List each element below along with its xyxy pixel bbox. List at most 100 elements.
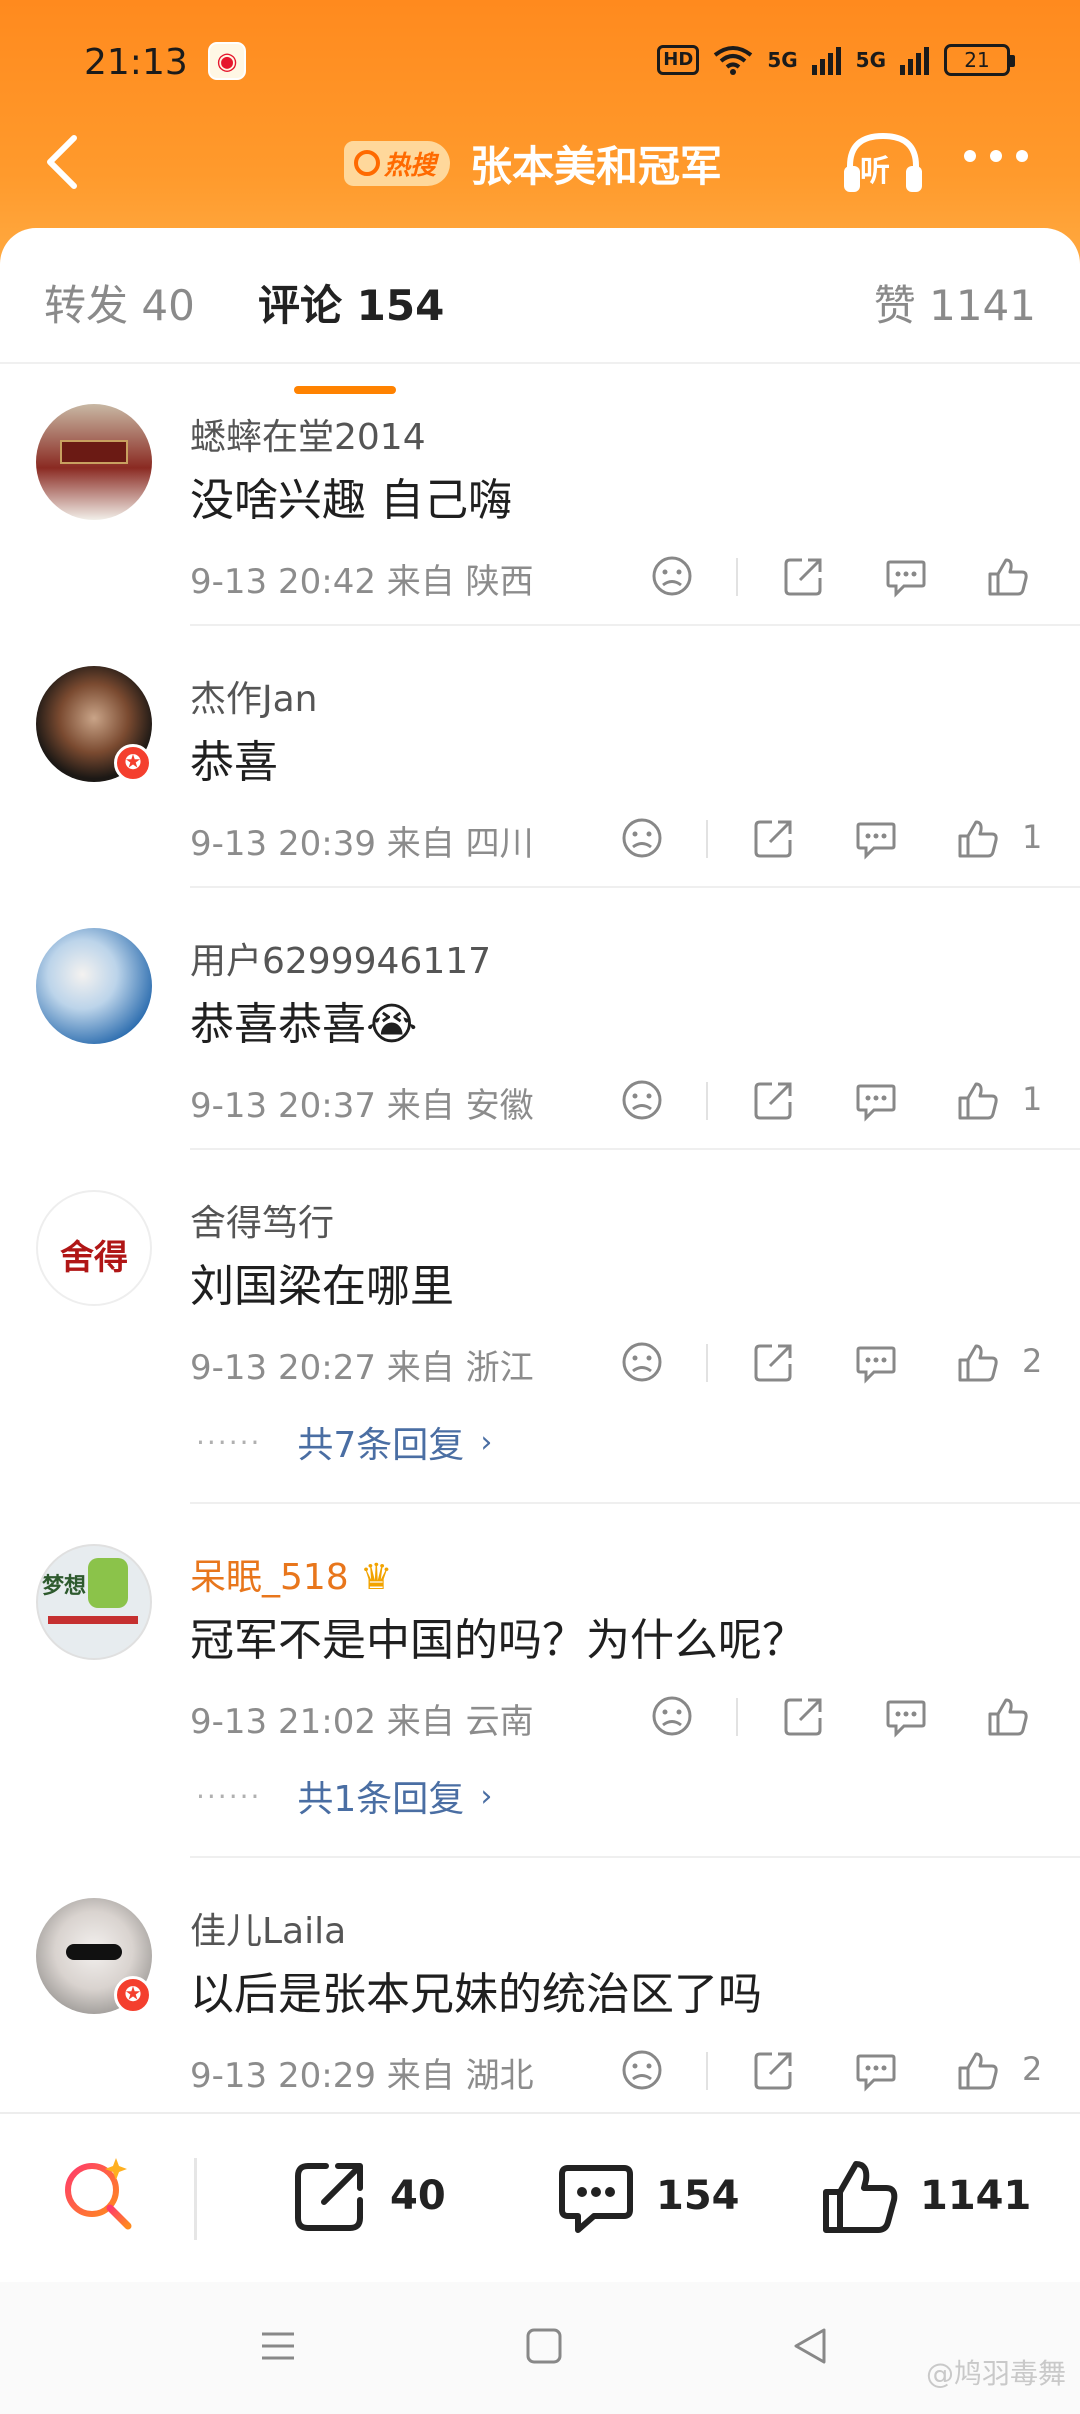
reply-bubble-icon[interactable] [854, 816, 898, 860]
comment-author[interactable]: 蟋蟀在堂2014 [190, 408, 426, 460]
listen-label: 听 [860, 154, 890, 189]
like-thumb-icon[interactable] [986, 554, 1030, 598]
reply-bubble-icon[interactable] [884, 554, 928, 598]
comment-text: 没啥兴趣 自己嗨 [190, 475, 512, 526]
home-square-icon[interactable] [524, 2326, 564, 2366]
hot-search-label: 热搜 [384, 150, 437, 181]
like-button[interactable]: 1141 [820, 2156, 1031, 2236]
repost-count: 40 [390, 2173, 446, 2219]
weibo-notification-icon: ◉ [208, 42, 246, 80]
ellipsis-dots: ······ [196, 1425, 262, 1459]
more-menu-icon[interactable] [964, 150, 1028, 162]
tab-repost[interactable]: 转发 40 [44, 272, 195, 333]
share-icon [295, 2163, 363, 2231]
comment-location: 来自 四川 [386, 824, 534, 864]
reply-bubble-icon[interactable] [854, 2048, 898, 2092]
like-count: 2 [1022, 2050, 1043, 2088]
comment-location: 来自 浙江 [386, 1348, 534, 1388]
avatar[interactable] [36, 928, 152, 1044]
view-replies-link[interactable]: ······ 共1条回复 › [196, 1770, 492, 1822]
comment-item: 梦想 呆眠_518 ♛ 冠军不是中国的吗？为什么呢？ 9-13 21:02 来自… [0, 1504, 1080, 1858]
share-icon[interactable] [782, 1694, 826, 1738]
reply-bubble-icon[interactable] [884, 1694, 928, 1738]
like-thumb-icon[interactable] [956, 2048, 1000, 2092]
dislike-face-icon[interactable] [650, 554, 694, 598]
like-thumb-icon[interactable] [986, 1694, 1030, 1738]
comment-location: 来自 陕西 [386, 562, 534, 602]
comment-meta: 9-13 20:39 来自 四川 [190, 816, 534, 865]
share-icon[interactable] [752, 816, 796, 860]
super-search-icon[interactable] [58, 2154, 138, 2234]
comment-location: 来自 云南 [386, 1702, 534, 1742]
comment-time: 9-13 20:37 [190, 1086, 376, 1126]
dislike-face-icon[interactable] [620, 1340, 664, 1384]
comment-item: ✪ 佳儿Laila 以后是张本兄妹的统治区了吗 9-13 20:29 来自 湖北… [0, 1858, 1080, 2120]
comment-button[interactable]: 154 [556, 2156, 740, 2236]
comment-author[interactable]: 呆眠_518 ♛ [190, 1548, 392, 1600]
comment-author[interactable]: 用户6299946117 [190, 932, 491, 984]
comment-location: 来自 安徽 [386, 1086, 534, 1126]
dislike-face-icon[interactable] [650, 1694, 694, 1738]
like-count: 2 [1022, 1342, 1043, 1380]
action-divider [706, 2052, 708, 2090]
comment-meta: 9-13 20:42 来自 陕西 [190, 554, 534, 603]
tab-comment[interactable]: 评论 154 [258, 272, 444, 333]
signal-bars-icon-2 [900, 47, 929, 75]
chevron-right-icon: › [480, 1424, 493, 1460]
hot-search-badge[interactable]: 热搜 [344, 140, 451, 186]
comment-author[interactable]: 佳儿Laila [190, 1902, 346, 1954]
avatar-logo-text: 舍得 [60, 1238, 128, 1278]
like-thumb-icon[interactable] [956, 1340, 1000, 1384]
status-bar: 21:13 ◉ HD 5G 5G 21 [0, 40, 1080, 90]
back-arrow-icon[interactable] [40, 132, 84, 192]
share-icon[interactable] [782, 554, 826, 598]
comment-location: 来自 湖北 [386, 2056, 534, 2096]
back-triangle-icon[interactable] [790, 2326, 830, 2366]
menu-icon[interactable] [258, 2326, 298, 2366]
watermark: @鸠羽毒舞 [925, 2357, 1066, 2390]
comment-time: 9-13 20:29 [190, 2056, 376, 2096]
battery-icon: 21 [944, 44, 1015, 76]
comment-time: 9-13 21:02 [190, 1702, 376, 1742]
status-time: 21:13 [84, 42, 188, 83]
action-divider [706, 1344, 708, 1382]
comment-count: 154 [656, 2173, 740, 2219]
comment-item: ✪ 杰作Jan 恭喜 9-13 20:39 来自 四川 1 [0, 626, 1080, 888]
comment-time: 9-13 20:39 [190, 824, 376, 864]
share-icon[interactable] [752, 2048, 796, 2092]
comment-meta: 9-13 21:02 来自 云南 [190, 1694, 534, 1743]
avatar[interactable] [36, 404, 152, 520]
comment-author-name: 呆眠_518 [190, 1557, 349, 1598]
like-thumb-icon[interactable] [956, 1078, 1000, 1122]
comment-text: 以后是张本兄妹的统治区了吗 [190, 1969, 762, 2020]
reply-bubble-icon[interactable] [854, 1078, 898, 1122]
avatar[interactable]: 舍得 [36, 1190, 152, 1306]
verified-badge-icon: ✪ [114, 744, 152, 782]
comment-item: 用户6299946117 恭喜恭喜😭 9-13 20:37 来自 安徽 1 [0, 888, 1080, 1150]
signal-5g-label-1: 5G [767, 48, 798, 72]
share-icon[interactable] [752, 1340, 796, 1384]
comment-author[interactable]: 杰作Jan [190, 670, 318, 722]
bottom-action-bar: 40 154 1141 [0, 2112, 1080, 2282]
comment-bubble-icon [559, 2165, 633, 2233]
comment-time: 9-13 20:27 [190, 1348, 376, 1388]
dislike-face-icon[interactable] [620, 2048, 664, 2092]
comment-list: 蟋蟀在堂2014 没啥兴趣 自己嗨 9-13 20:42 来自 陕西 ✪ 杰作J… [0, 364, 1080, 2120]
repost-button[interactable]: 40 [290, 2156, 446, 2236]
like-thumb-icon[interactable] [956, 816, 1000, 860]
replies-count: 共7条回复 [297, 1425, 465, 1466]
tab-bar: 转发 40 评论 154 赞 1141 [0, 272, 1080, 394]
dislike-face-icon[interactable] [620, 816, 664, 860]
hd-icon: HD [657, 45, 700, 75]
signal-bars-icon-1 [811, 47, 841, 75]
comment-author[interactable]: 舍得笃行 [190, 1194, 334, 1246]
reply-bubble-icon[interactable] [854, 1340, 898, 1384]
share-icon[interactable] [752, 1078, 796, 1122]
like-count: 1 [1022, 818, 1043, 856]
tab-like[interactable]: 赞 1141 [874, 272, 1036, 333]
avatar[interactable]: 梦想 [36, 1544, 152, 1660]
comment-card: 转发 40 评论 154 赞 1141 蟋蟀在堂2014 没啥兴趣 自己嗨 9-… [0, 228, 1080, 2108]
dislike-face-icon[interactable] [620, 1078, 664, 1122]
page-title: 张本美和冠军 [470, 141, 723, 191]
view-replies-link[interactable]: ······ 共7条回复 › [196, 1416, 492, 1468]
